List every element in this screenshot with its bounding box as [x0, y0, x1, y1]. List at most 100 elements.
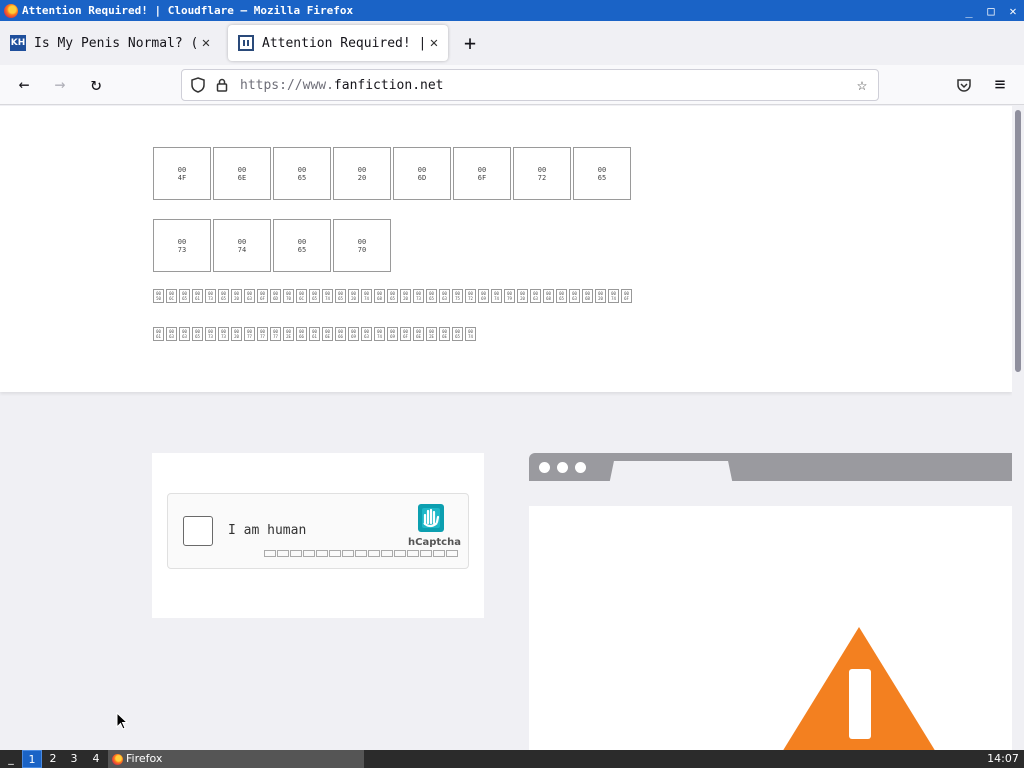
glyph-box: 00 68 [374, 289, 385, 303]
glyph-box: 00 65 [556, 289, 567, 303]
window-dot [557, 462, 568, 473]
glyph-box: 00 61 [153, 327, 164, 341]
shield-icon[interactable] [190, 77, 206, 93]
glyph-box: 00 6F [621, 289, 632, 303]
glyph-box: 00 6B [582, 289, 593, 303]
lock-icon[interactable] [214, 77, 230, 93]
taskbar-menu-button[interactable]: _ [4, 750, 18, 768]
glyph-box: 00 65 [192, 327, 203, 341]
glyph-box: 00 4F [153, 147, 211, 200]
workspace-2-button[interactable]: 2 [44, 750, 62, 768]
glyph-box: 00 2E [426, 327, 437, 341]
scrollbar-thumb[interactable] [1015, 110, 1021, 372]
window-dot [539, 462, 550, 473]
body-text-line-1: 00 50 00 6C 00 65 00 61 00 73 00 65 00 20 00 63… [153, 289, 632, 303]
glyph-box: 00 65 [179, 289, 190, 303]
minimize-button[interactable]: _ [958, 4, 980, 18]
glyph-box: 00 69 [478, 289, 489, 303]
glyph-box: 00 6F [453, 147, 511, 200]
workspace-3-button[interactable]: 3 [65, 750, 83, 768]
firefox-icon [112, 753, 123, 765]
url-prefix: https://www. [240, 77, 334, 93]
human-label[interactable]: I am human [228, 523, 306, 538]
glyph-box: 00 72 [513, 147, 571, 200]
taskbar: _ 1 2 3 4 Firefox 14:07 [0, 750, 1024, 768]
back-button[interactable]: ← [12, 73, 36, 97]
glyph-box: 00 79 [504, 289, 515, 303]
glyph-box: 00 65 [573, 147, 631, 200]
glyph-box: 00 20 [517, 289, 528, 303]
url-bar[interactable]: https://www.fanfiction.net ☆ [181, 69, 879, 101]
glyph-box: 00 63 [244, 289, 255, 303]
tab-strip: KH Is My Penis Normal? (for ✕ Attention … [0, 21, 1024, 65]
maximize-button[interactable]: □ [980, 4, 1002, 18]
taskbar-firefox-button[interactable]: Firefox [108, 750, 364, 768]
glyph-box: 00 61 [309, 327, 320, 341]
pocket-icon[interactable] [952, 73, 976, 97]
glyph-box: 00 69 [387, 327, 398, 341]
glyph-box: 00 20 [400, 289, 411, 303]
bookmark-star-icon[interactable]: ☆ [851, 75, 873, 95]
glyph-box: 00 77 [244, 327, 255, 341]
glyph-box: 00 66 [296, 327, 307, 341]
illustration-tab [609, 461, 733, 485]
illustration-browser-chrome [529, 453, 1012, 485]
glyph-box: 00 65 [218, 289, 229, 303]
glyph-box: 00 63 [439, 289, 450, 303]
glyph-box: 00 20 [231, 289, 242, 303]
reload-button[interactable]: ↻ [84, 73, 108, 97]
human-checkbox[interactable] [183, 516, 213, 546]
glyph-box: 00 20 [595, 289, 606, 303]
glyph-box: 00 73 [205, 289, 216, 303]
heading-line-2: 00 73 00 74 00 65 00 70 [153, 219, 391, 272]
glyph-box: 00 65 [273, 147, 331, 200]
glyph-box: 00 73 [218, 327, 229, 341]
glyph-box: 00 6D [393, 147, 451, 200]
page-content: 00 4F 00 6E 00 65 00 20 00 6D 00 6F 00 72 00 65… [0, 106, 1012, 750]
kh-icon: KH [10, 35, 26, 51]
glyph-box: 00 66 [335, 327, 346, 341]
challenge-header: 00 4F 00 6E 00 65 00 20 00 6D 00 6F 00 72 00 65… [0, 106, 1012, 392]
workspace-1-button[interactable]: 1 [22, 750, 42, 768]
heading-line-1: 00 4F 00 6E 00 65 00 20 00 6D 00 6F 00 72 00 65 [153, 147, 631, 200]
glyph-box: 00 6F [400, 327, 411, 341]
close-window-button[interactable]: ✕ [1002, 4, 1024, 18]
new-tab-button[interactable]: + [458, 25, 482, 61]
window-title: Attention Required! | Cloudflare — Mozil… [22, 4, 354, 17]
glyph-box: 00 65 [335, 289, 346, 303]
hcaptcha-links[interactable] [264, 550, 458, 557]
close-tab-icon[interactable]: ✕ [424, 35, 444, 51]
hcaptcha-brand[interactable]: hCaptcha [408, 537, 461, 548]
captcha-panel: I am human hCaptcha [152, 453, 484, 618]
glyph-box: 00 20 [333, 147, 391, 200]
glyph-box: 00 20 [348, 289, 359, 303]
glyph-box: 00 73 [205, 327, 216, 341]
glyph-box: 00 77 [257, 327, 268, 341]
glyph-box: 00 74 [361, 289, 372, 303]
clock: 14:07 [987, 752, 1019, 765]
glyph-box: 00 63 [530, 289, 541, 303]
glyph-box: 00 6E [413, 327, 424, 341]
tab-attention-required[interactable]: Attention Required! | Cl ✕ [228, 25, 448, 61]
glyph-box: 00 6E [322, 327, 333, 341]
url-text[interactable]: https://www.fanfiction.net [240, 78, 851, 93]
workspace-4-button[interactable]: 4 [87, 750, 105, 768]
page-scrollbar[interactable] [1012, 106, 1024, 750]
glyph-box: 00 69 [348, 327, 359, 341]
glyph-box: 00 77 [270, 327, 281, 341]
hcaptcha-hand-icon [418, 504, 444, 532]
tab-penis-normal[interactable]: KH Is My Penis Normal? (for ✕ [0, 25, 220, 61]
glyph-box: 00 74 [491, 289, 502, 303]
hcaptcha-widget: I am human hCaptcha [167, 493, 469, 569]
glyph-box: 00 6C [166, 289, 177, 303]
close-tab-icon[interactable]: ✕ [196, 35, 216, 51]
glyph-box: 00 70 [333, 219, 391, 272]
forward-button[interactable]: → [48, 73, 72, 97]
glyph-box: 00 2E [283, 327, 294, 341]
glyph-box: 00 65 [273, 219, 331, 272]
window-titlebar: Attention Required! | Cloudflare — Mozil… [0, 0, 1024, 21]
glyph-box: 00 74 [608, 289, 619, 303]
glyph-box: 00 6C [296, 289, 307, 303]
app-menu-button[interactable]: ≡ [988, 73, 1012, 97]
browser-illustration [529, 453, 1012, 750]
